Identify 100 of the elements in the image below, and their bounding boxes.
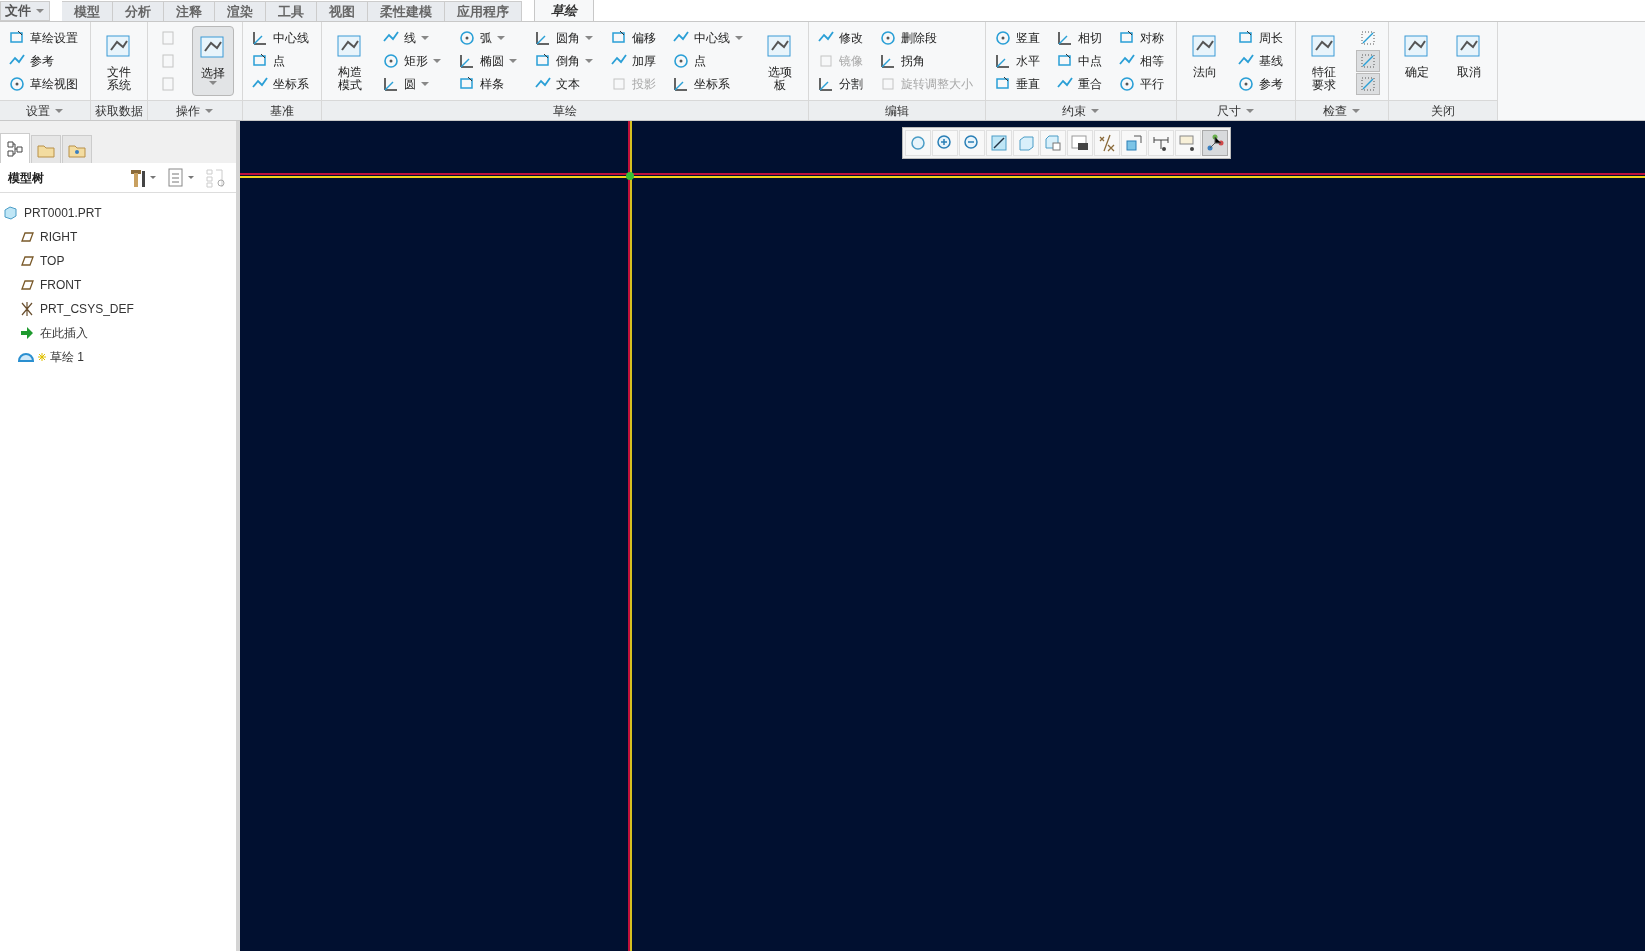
ribbon-tab[interactable]: 应用程序 — [445, 1, 522, 21]
caret-icon[interactable] — [204, 107, 214, 114]
tool-button[interactable]: 线 — [382, 27, 446, 49]
tool-icon — [8, 75, 26, 93]
tool-button[interactable]: 相切 — [1056, 27, 1106, 49]
tool-button[interactable]: 参考 — [8, 50, 82, 72]
tool-button[interactable]: 水平 — [994, 50, 1044, 72]
tool-icon — [672, 75, 690, 93]
view-tool-icon — [1043, 133, 1063, 153]
view-tool-icon — [1124, 133, 1144, 153]
tree-item[interactable]: PRT0001.PRT — [0, 201, 236, 225]
view-tool-icon — [1097, 133, 1117, 153]
sketch-icon — [18, 352, 34, 362]
icon-button[interactable] — [1356, 50, 1380, 72]
tool-icon — [251, 29, 269, 47]
large-tool-button[interactable]: 取消 — [1449, 26, 1489, 96]
tool-icon — [817, 75, 835, 93]
ribbon-tab[interactable]: 柔性建模 — [368, 1, 445, 21]
caret-icon[interactable] — [1090, 107, 1100, 114]
tool-icon — [1237, 75, 1255, 93]
tool-button[interactable]: 垂直 — [994, 73, 1044, 95]
tool-button[interactable]: 偏移 — [610, 27, 660, 49]
list-icon[interactable] — [166, 166, 196, 189]
new-marker-icon — [38, 353, 46, 361]
large-tool-button[interactable]: 特征要求 — [1304, 26, 1344, 96]
tool-button[interactable]: 坐标系 — [672, 73, 748, 95]
tool-button[interactable]: 矩形 — [382, 50, 446, 72]
panel-tab[interactable] — [62, 135, 92, 163]
tool-button[interactable]: 椭圆 — [458, 50, 522, 72]
tool-button[interactable]: 弧 — [458, 27, 522, 49]
panel-tab[interactable] — [0, 133, 30, 163]
tool-button[interactable]: 草绘视图 — [8, 73, 82, 95]
tool-button[interactable]: 加厚 — [610, 50, 660, 72]
tool-icon — [1056, 29, 1074, 47]
tree-item[interactable]: TOP — [0, 249, 236, 273]
ribbon-tab[interactable]: 工具 — [266, 1, 317, 21]
file-menu-button[interactable]: 文件 — [0, 1, 50, 21]
caret-icon[interactable] — [1351, 107, 1361, 114]
tool-button[interactable]: 参考 — [1237, 73, 1287, 95]
tool-button[interactable]: 中心线 — [251, 27, 313, 49]
tool-button[interactable]: 中心线 — [672, 27, 748, 49]
tree-item[interactable]: 在此插入 — [0, 321, 236, 345]
large-tool-button[interactable]: 确定 — [1397, 26, 1437, 96]
tool-icon — [382, 75, 400, 93]
tool-button[interactable]: 样条 — [458, 73, 522, 95]
tool-button[interactable]: 重合 — [1056, 73, 1106, 95]
tool-button[interactable]: 相等 — [1118, 50, 1168, 72]
tool-icon — [382, 52, 400, 70]
large-tool-button[interactable]: 文件系统 — [99, 26, 139, 96]
tool-icon — [160, 30, 176, 46]
tool-button[interactable]: 对称 — [1118, 27, 1168, 49]
ribbon-tab[interactable]: 渲染 — [215, 1, 266, 21]
tool-button[interactable]: 拐角 — [879, 50, 977, 72]
icon-button[interactable] — [1356, 73, 1380, 95]
tool-icon — [672, 52, 690, 70]
tool-button[interactable]: 坐标系 — [251, 73, 313, 95]
tool-button[interactable]: 竖直 — [994, 27, 1044, 49]
group-label: 草绘 — [553, 102, 577, 120]
caret-icon[interactable] — [54, 107, 64, 114]
tool-button[interactable]: 周长 — [1237, 27, 1287, 49]
tool-icon — [994, 29, 1012, 47]
ribbon-tab[interactable]: 注释 — [164, 1, 215, 21]
tool-button[interactable]: 分割 — [817, 73, 867, 95]
group-label: 基准 — [270, 102, 294, 120]
large-tool-button[interactable]: 选项板 — [760, 26, 800, 96]
tool-icon — [994, 52, 1012, 70]
ribbon-tab[interactable]: 视图 — [317, 1, 368, 21]
view-tool-icon — [908, 133, 928, 153]
tool-button[interactable]: 圆角 — [534, 27, 598, 49]
group-label: 操作 — [176, 102, 200, 120]
insert-icon — [18, 324, 36, 342]
tree-item[interactable]: PRT_CSYS_DEF — [0, 297, 236, 321]
view-tool-button[interactable] — [1202, 130, 1228, 156]
tree-item[interactable]: 草绘 1 — [0, 345, 236, 369]
tool-button[interactable]: 删除段 — [879, 27, 977, 49]
view-tool-icon — [1016, 133, 1036, 153]
tool-button[interactable]: 文本 — [534, 73, 598, 95]
tool-button[interactable]: 圆 — [382, 73, 446, 95]
ribbon-tab[interactable]: 分析 — [113, 1, 164, 21]
tool-button[interactable]: 倒角 — [534, 50, 598, 72]
tree-filter-icon[interactable] — [204, 166, 228, 189]
ribbon-tab[interactable]: 草绘 — [534, 0, 594, 21]
tree-icon — [6, 139, 24, 158]
tool-button[interactable]: 点 — [251, 50, 313, 72]
large-tool-button[interactable]: 选择 — [192, 26, 234, 96]
tool-button[interactable]: 基线 — [1237, 50, 1287, 72]
caret-icon[interactable] — [1245, 107, 1255, 114]
group-label: 获取数据 — [95, 102, 143, 120]
large-tool-button[interactable]: 法向 — [1185, 26, 1225, 96]
large-tool-button[interactable]: 构造模式 — [330, 26, 370, 96]
tool-button[interactable]: 平行 — [1118, 73, 1168, 95]
tool-button[interactable]: 中点 — [1056, 50, 1106, 72]
ribbon-tab[interactable]: 模型 — [62, 1, 113, 21]
tool-button[interactable]: 草绘设置 — [8, 27, 82, 49]
tree-item[interactable]: RIGHT — [0, 225, 236, 249]
tool-button[interactable]: 点 — [672, 50, 748, 72]
origin-point-icon — [625, 171, 635, 181]
group-label: 设置 — [26, 102, 50, 120]
tool-button[interactable]: 修改 — [817, 27, 867, 49]
tree-item[interactable]: FRONT — [0, 273, 236, 297]
